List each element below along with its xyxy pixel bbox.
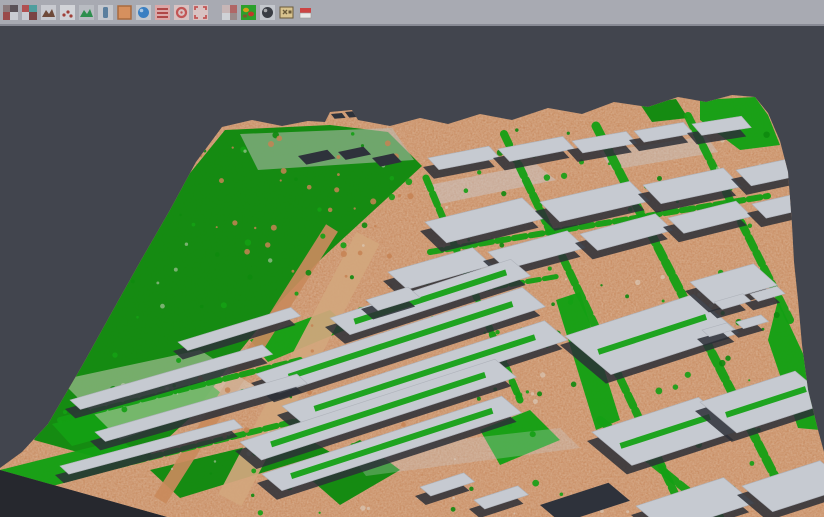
sand-box-icon[interactable]	[278, 4, 295, 21]
checker-grid-icon[interactable]	[221, 4, 238, 21]
target-ring-icon[interactable]	[173, 4, 190, 21]
red-list-icon[interactable]	[154, 4, 171, 21]
toolbar	[0, 0, 824, 26]
toolbar-separator	[211, 4, 219, 21]
red-teal-mosaic-icon[interactable]	[21, 4, 38, 21]
terrain-icon[interactable]	[78, 4, 95, 21]
classification-map-icon[interactable]	[240, 4, 257, 21]
globe-icon[interactable]	[135, 4, 152, 21]
application-window	[0, 0, 824, 517]
orange-square-icon[interactable]	[116, 4, 133, 21]
flag-box-icon[interactable]	[297, 4, 314, 21]
dark-mosaic-icon[interactable]	[2, 4, 19, 21]
points-icon[interactable]	[59, 4, 76, 21]
mountain-icon[interactable]	[40, 4, 57, 21]
point-cloud-scene	[0, 0, 824, 517]
terrain-detail-layer	[0, 90, 824, 517]
column-icon[interactable]	[97, 4, 114, 21]
3d-viewport[interactable]	[0, 0, 824, 517]
dark-sphere-icon[interactable]	[259, 4, 276, 21]
selection-brackets-icon[interactable]	[192, 4, 209, 21]
